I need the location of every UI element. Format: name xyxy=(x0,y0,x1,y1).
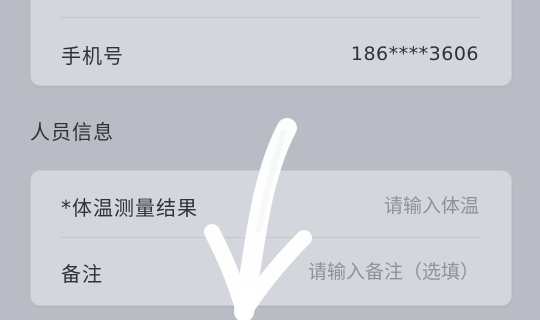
remark-label: 备注 xyxy=(61,261,103,286)
divider xyxy=(61,17,481,18)
personnel-card: *体温测量结果 备注 xyxy=(30,170,512,306)
remark-input[interactable] xyxy=(219,261,479,283)
contact-card: 手机号 186****3606 xyxy=(30,0,512,86)
phone-row: 手机号 186****3606 xyxy=(31,23,511,85)
temperature-row: *体温测量结果 xyxy=(31,175,511,237)
phone-value: 186****3606 xyxy=(350,43,479,65)
temperature-input[interactable] xyxy=(219,195,479,217)
remark-row: 备注 xyxy=(31,241,511,303)
temperature-label: *体温测量结果 xyxy=(61,195,198,220)
phone-label: 手机号 xyxy=(61,43,124,68)
divider xyxy=(61,237,481,238)
section-title-personnel: 人员信息 xyxy=(30,120,114,144)
